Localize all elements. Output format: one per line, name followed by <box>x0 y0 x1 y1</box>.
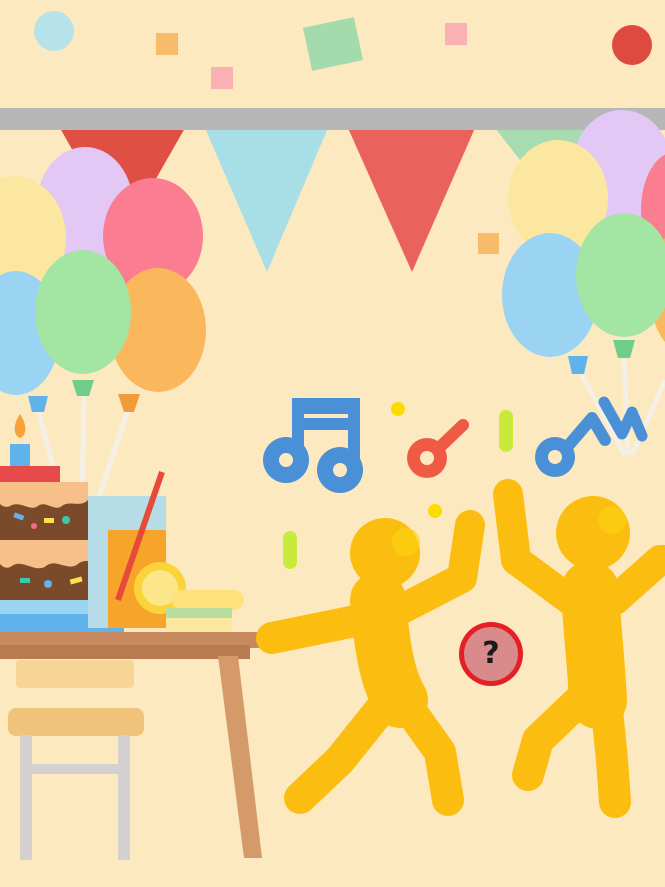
confetti-square-orange <box>156 33 178 55</box>
confetti-dot-red <box>612 25 652 65</box>
bunting-rope <box>0 108 665 130</box>
confetti-square-orange-2 <box>478 233 499 254</box>
balloon-green <box>35 250 131 374</box>
party-illustration <box>0 0 665 887</box>
confetti-stick-lime-2 <box>283 531 297 569</box>
question-mark-icon: ? <box>464 627 518 681</box>
confetti-dot-blue <box>34 11 74 51</box>
confetti-square-pink-2 <box>445 23 467 45</box>
confetti-stick-lime <box>499 410 513 452</box>
party-scene: ? <box>0 0 665 887</box>
hint-button[interactable]: ? <box>459 622 523 686</box>
confetti-dot-yellow-2 <box>428 504 442 518</box>
candle <box>10 444 30 468</box>
confetti-dot-yellow <box>391 402 405 416</box>
confetti-square-pink <box>211 67 233 89</box>
cake-top-icing <box>0 466 60 482</box>
